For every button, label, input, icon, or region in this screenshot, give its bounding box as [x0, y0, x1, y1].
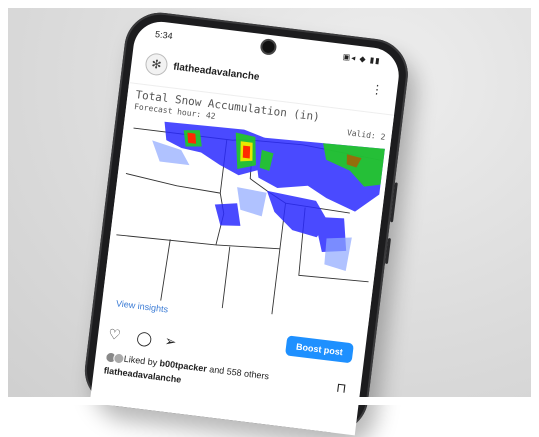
- image-border: [0, 0, 539, 405]
